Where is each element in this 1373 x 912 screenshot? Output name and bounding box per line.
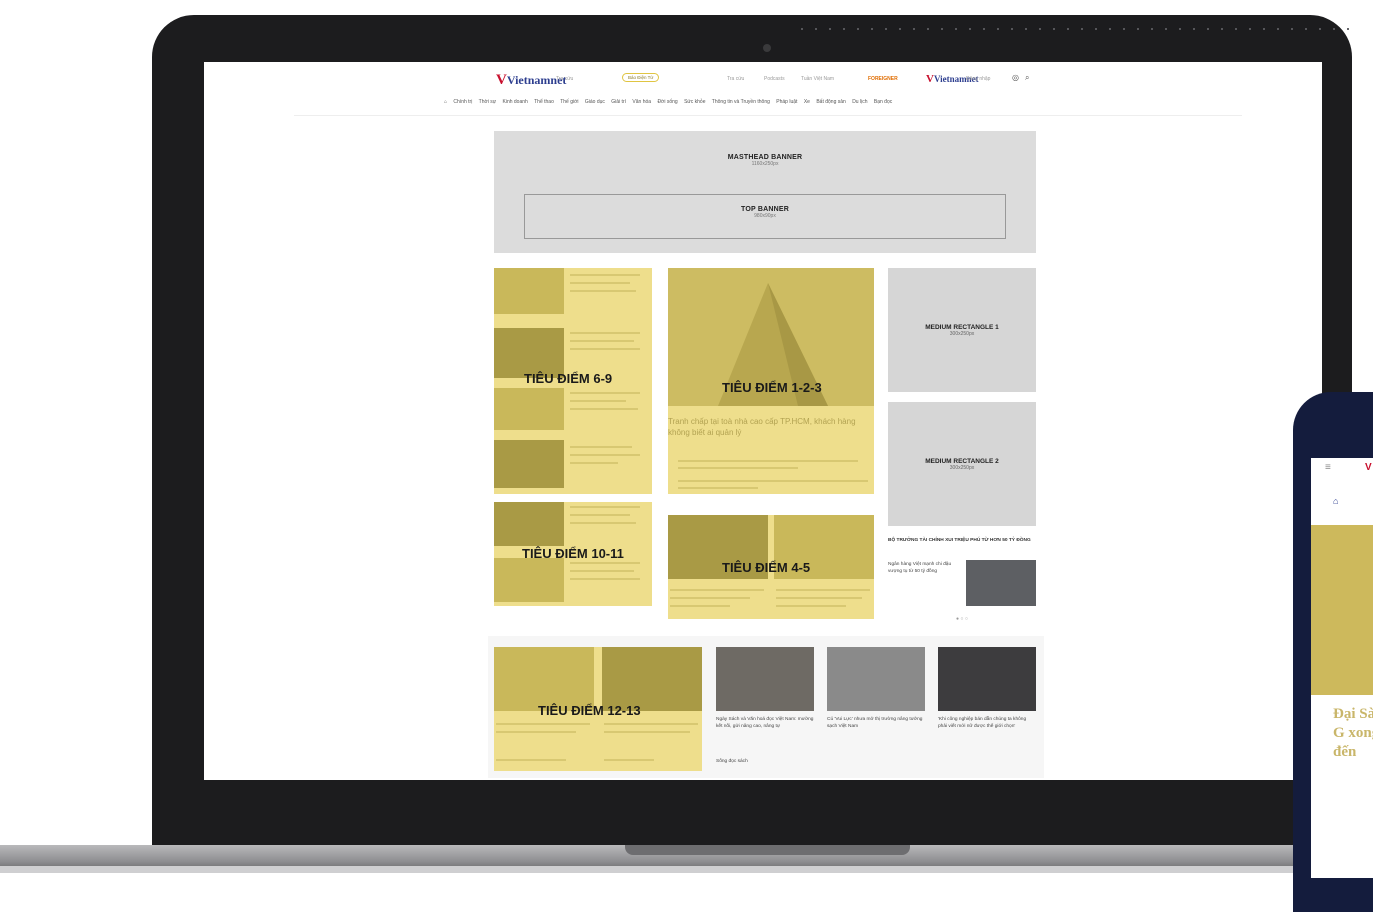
nav-item[interactable]: Bạn đọc <box>874 99 892 105</box>
main-nav: ⌂ Chính trị Thời sự Kinh doanh Thể thao … <box>444 99 1322 111</box>
hot-news-widget[interactable]: BỘ TRƯỞNG TÀI CHÍNH XUI TRIỆU PHÚ TỪ HƠN… <box>888 538 1036 624</box>
news-card-title: Ngày Sách và Văn hoá đọc Việt Nam: mường… <box>716 717 814 729</box>
nav-item[interactable]: Chính trị <box>453 99 472 105</box>
header-link-tuanvietnam[interactable]: Tuần Việt Nam <box>801 76 834 82</box>
slot-label: TIÊU ĐIỂM 10-11 <box>522 546 624 561</box>
news-card[interactable]: Ngày Sách và Văn hoá đọc Việt Nam: mường… <box>716 647 814 771</box>
nav-item[interactable]: Bất động sản <box>816 99 845 105</box>
home-icon[interactable]: ⌂ <box>444 99 447 105</box>
nav-item[interactable]: Du lịch <box>852 99 867 105</box>
medium-rectangle-1[interactable]: MEDIUM RECTANGLE 1 300x250px <box>888 268 1036 392</box>
hot-news-image <box>966 560 1036 606</box>
nav-item[interactable]: Giải trí <box>611 99 626 105</box>
laptop-notch <box>625 845 910 855</box>
masthead-size: 1160x250px <box>751 161 779 167</box>
masthead-title: MASTHEAD BANNER <box>727 154 803 161</box>
header-link-podcasts[interactable]: Podcasts <box>764 76 785 82</box>
nav-item[interactable]: Thế giới <box>560 99 578 105</box>
phone-headline[interactable]: Đại Sài G xong đến <box>1333 705 1373 762</box>
header-tagline[interactable]: Tra cứu <box>556 76 573 82</box>
user-icon[interactable]: ◎ <box>1012 73 1019 82</box>
phone-logo[interactable]: V <box>1365 462 1372 473</box>
hot-news-title: BỘ TRƯỞNG TÀI CHÍNH XUI TRIỆU PHÚ TỪ HƠN… <box>888 538 1031 543</box>
search-icon[interactable]: ⌕ <box>1025 73 1029 83</box>
slot-label: TIÊU ĐIỂM 6-9 <box>524 371 613 386</box>
login-link[interactable]: Đăng nhập <box>966 76 990 82</box>
medium-rectangle-2[interactable]: MEDIUM RECTANGLE 2 300x250px <box>888 402 1036 526</box>
nav-item[interactable]: Đời sống <box>657 99 677 105</box>
thumb-image <box>494 647 594 711</box>
nav-item[interactable]: Sức khỏe <box>684 99 705 105</box>
top-banner-size: 980x90px <box>754 213 776 219</box>
phone-ad-slot[interactable] <box>1311 525 1373 695</box>
top-banner[interactable]: TOP BANNER 980x90px <box>524 194 1006 239</box>
masthead-banner[interactable]: MASTHEAD BANNER 1160x250px TOP BANNER 98… <box>494 131 1036 253</box>
hero-headline[interactable]: Tranh chấp tại toà nhà cao cấp TP.HCM, k… <box>668 416 868 438</box>
slot-label: TIÊU ĐIỂM 1-2-3 <box>722 380 822 395</box>
news-card-source: Sống đọc sách <box>716 759 748 764</box>
laptop-shadow <box>0 866 1373 873</box>
news-card[interactable]: 'Khi công nghiệp bán dẫn chúng ta không … <box>938 647 1036 771</box>
menu-icon[interactable]: ≡ <box>1325 462 1331 473</box>
thumb-image <box>494 388 564 430</box>
medium-rectangle-title: MEDIUM RECTANGLE 2 <box>925 458 999 465</box>
slot-label: TIÊU ĐIỂM 12-13 <box>538 703 641 718</box>
nav-item[interactable]: Xe <box>804 99 810 105</box>
nav-item[interactable]: Thông tin và Truyền thông <box>712 99 770 105</box>
thumb-image <box>494 558 564 602</box>
nav-item[interactable]: Thời sự <box>479 99 496 105</box>
nav-item[interactable]: Pháp luật <box>776 99 797 105</box>
carousel-dots[interactable]: ● ○ ○ <box>956 616 968 622</box>
thumb-image <box>494 268 564 314</box>
header-link-tracuu[interactable]: Tra cứu <box>727 76 744 82</box>
slot-tieudiem-1-2-3[interactable]: TIÊU ĐIỂM 1-2-3 Tranh chấp tại toà nhà c… <box>668 268 874 494</box>
news-card[interactable]: Cú 'Vui Lực' nhưa mở thị trường nâng tưở… <box>827 647 925 771</box>
news-card-title: Cú 'Vui Lực' nhưa mở thị trường nâng tưở… <box>827 717 923 729</box>
slot-label: TIÊU ĐIỂM 4-5 <box>722 560 811 575</box>
slot-tieudiem-10-11[interactable]: TIÊU ĐIỂM 10-11 <box>494 502 652 606</box>
header-featured[interactable]: FOREIGNER <box>868 76 898 82</box>
nav-item[interactable]: Kinh doanh <box>503 99 528 105</box>
slot-tieudiem-12-13[interactable]: TIÊU ĐIỂM 12-13 <box>494 647 702 771</box>
slot-tieudiem-6-9[interactable]: TIÊU ĐIỂM 6-9 <box>494 268 652 494</box>
nav-item[interactable]: Giáo dục <box>585 99 605 105</box>
news-card-image <box>827 647 925 711</box>
site-header: VVietnamnet Tra cứu Báo Điện Tử Tra cứu … <box>204 70 1322 92</box>
hot-news-summary: Ngân hàng Việt mạnh chi đậu vượng tụ từ … <box>888 562 952 574</box>
thumb-image <box>494 440 564 488</box>
camera-icon <box>763 44 771 52</box>
home-icon[interactable]: ⌂ <box>1333 496 1338 506</box>
nav-divider <box>294 115 1242 116</box>
medium-rectangle-title: MEDIUM RECTANGLE 1 <box>925 324 999 331</box>
news-card-image <box>716 647 814 711</box>
news-card-title: 'Khi công nghiệp bán dẫn chúng ta không … <box>938 717 1027 729</box>
nav-item[interactable]: Văn hóa <box>632 99 651 105</box>
news-card-image <box>938 647 1036 711</box>
slot-tieudiem-4-5[interactable]: TIÊU ĐIỂM 4-5 <box>668 515 874 619</box>
medium-rectangle-size: 300x250px <box>949 331 975 337</box>
medium-rectangle-size: 300x250px <box>949 465 975 471</box>
header-pill[interactable]: Báo Điện Tử <box>622 73 660 82</box>
browser-screen: VVietnamnet Tra cứu Báo Điện Tử Tra cứu … <box>204 62 1322 780</box>
top-banner-title: TOP BANNER <box>740 206 790 213</box>
thumb-image <box>602 647 702 711</box>
nav-item[interactable]: Thể thao <box>534 99 554 105</box>
thumb-image <box>494 502 564 546</box>
decorative-dots <box>795 28 1355 30</box>
